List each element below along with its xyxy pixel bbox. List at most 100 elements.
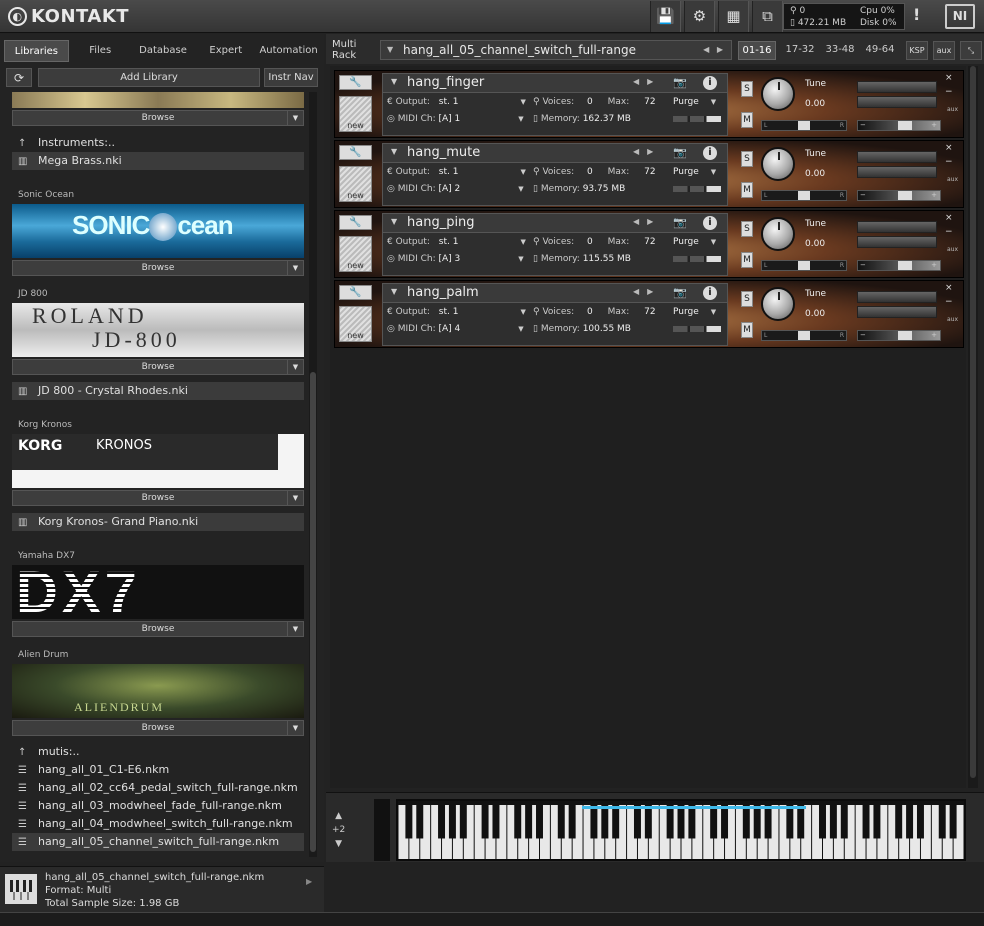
- instrument-name[interactable]: hang_palm: [407, 285, 479, 300]
- minimize-icon[interactable]: −: [945, 157, 953, 167]
- info-icon[interactable]: i: [703, 286, 717, 300]
- chevron-down-icon[interactable]: ▼: [520, 168, 525, 176]
- max-value[interactable]: 72: [644, 167, 655, 177]
- list-item-selected[interactable]: ☰ hang_all_05_channel_switch_full-range.n…: [12, 833, 304, 851]
- chevron-down-icon[interactable]: ▼: [520, 98, 525, 106]
- purge-dropdown[interactable]: Purge ▼: [673, 164, 716, 180]
- octave-control[interactable]: ▲ +2 ▼: [332, 809, 345, 851]
- black-key[interactable]: [536, 805, 543, 839]
- library-banner-alien-drum[interactable]: ALIENDRUM: [12, 664, 304, 718]
- black-key[interactable]: [710, 805, 718, 839]
- instrument-name[interactable]: hang_finger: [407, 75, 484, 90]
- minimize-icon[interactable]: −: [945, 227, 953, 237]
- tab-files[interactable]: Files: [69, 40, 132, 62]
- new-slot-button[interactable]: new: [339, 306, 372, 342]
- black-key[interactable]: [742, 805, 750, 839]
- minimize-icon[interactable]: −: [945, 297, 953, 307]
- black-key[interactable]: [525, 805, 533, 839]
- output-row[interactable]: € Output: st. 1 ▼: [387, 304, 526, 320]
- black-key[interactable]: [481, 805, 489, 839]
- pan-slider[interactable]: LR: [761, 330, 847, 341]
- wrench-icon[interactable]: 🔧: [339, 75, 372, 90]
- solo-button[interactable]: S: [741, 81, 753, 97]
- chevron-down-icon[interactable]: ▼: [711, 308, 716, 316]
- black-key[interactable]: [590, 805, 598, 839]
- solo-button[interactable]: S: [741, 291, 753, 307]
- library-banner-brass[interactable]: [12, 92, 304, 108]
- rack-scrollbar[interactable]: [968, 66, 978, 788]
- max-value[interactable]: 72: [644, 307, 655, 317]
- browse-button[interactable]: Browse ▼: [12, 260, 304, 276]
- mute-button[interactable]: M: [741, 322, 753, 338]
- black-key[interactable]: [448, 805, 456, 839]
- camera-icon[interactable]: 📷: [673, 76, 687, 89]
- browse-button[interactable]: Browse ▼: [12, 621, 304, 637]
- black-key[interactable]: [895, 805, 903, 839]
- black-key[interactable]: [829, 805, 837, 839]
- list-item[interactable]: ☰ hang_all_02_cc64_pedal_switch_full-rang…: [12, 779, 304, 797]
- chevron-down-icon[interactable]: ▼: [391, 217, 397, 226]
- solo-button[interactable]: S: [741, 221, 753, 237]
- instr-nav-button[interactable]: Instr Nav: [264, 68, 318, 87]
- prev-next-icon[interactable]: ◀▶: [633, 217, 661, 226]
- wrench-icon[interactable]: 🔧: [339, 285, 372, 300]
- pan-slider[interactable]: LR: [761, 190, 847, 201]
- chevron-down-icon[interactable]: ▼: [391, 147, 397, 156]
- instrument-slot[interactable]: 🔧 new ▼ hang_mute ◀▶ 📷 i € Output: st. 1…: [334, 140, 964, 208]
- list-item[interactable]: ▥ Mega Brass.nki: [12, 152, 304, 170]
- black-key[interactable]: [688, 805, 696, 839]
- prev-next-icon[interactable]: ◀ ▶: [703, 41, 723, 59]
- minimize-icon[interactable]: −: [945, 87, 953, 97]
- mute-button[interactable]: M: [741, 182, 753, 198]
- list-item[interactable]: ☰ hang_all_01_C1-E6.nkm: [12, 761, 304, 779]
- black-key[interactable]: [873, 805, 881, 839]
- chevron-down-icon[interactable]: ▼: [711, 168, 716, 176]
- wrench-icon[interactable]: 🔧: [339, 215, 372, 230]
- chevron-down-icon[interactable]: ▼: [518, 115, 523, 123]
- black-key[interactable]: [840, 805, 848, 839]
- purge-dropdown[interactable]: Purge ▼: [673, 234, 716, 250]
- chevron-down-icon[interactable]: ▼: [287, 491, 303, 505]
- tab-expert[interactable]: Expert: [194, 40, 257, 62]
- pan-slider[interactable]: LR: [761, 120, 847, 131]
- library-banner-jd800[interactable]: ROLAND JD-800: [12, 303, 304, 357]
- mute-button[interactable]: M: [741, 112, 753, 128]
- black-key[interactable]: [557, 805, 565, 839]
- save-button[interactable]: 💾: [650, 1, 681, 32]
- collapse-button[interactable]: ⤡: [960, 41, 982, 60]
- midi-row[interactable]: ◎ MIDI Ch: [A] 3 ▼: [387, 251, 524, 267]
- pan-handle[interactable]: [798, 261, 810, 270]
- output-row[interactable]: € Output: st. 1 ▼: [387, 164, 526, 180]
- instrument-slot[interactable]: 🔧 new ▼ hang_finger ◀▶ 📷 i € Output: st.…: [334, 70, 964, 138]
- black-key[interactable]: [786, 805, 794, 839]
- output-row[interactable]: € Output: st. 1 ▼: [387, 234, 526, 250]
- library-banner-sonic-ocean[interactable]: SONIC cean: [12, 204, 304, 258]
- add-library-button[interactable]: Add Library: [38, 68, 260, 87]
- library-banner-korg-kronos[interactable]: KORG KRONOS: [12, 434, 304, 488]
- pan-handle[interactable]: [798, 331, 810, 340]
- output-row[interactable]: € Output: st. 1 ▼: [387, 94, 526, 110]
- volume-slider[interactable]: − +: [857, 120, 941, 131]
- pan-slider[interactable]: LR: [761, 260, 847, 271]
- rack-page-2[interactable]: 17-32: [780, 41, 820, 60]
- chevron-down-icon[interactable]: ▼: [518, 185, 523, 193]
- tune-knob[interactable]: [761, 217, 795, 251]
- tune-knob[interactable]: [761, 77, 795, 111]
- browse-button[interactable]: Browse ▼: [12, 720, 304, 736]
- volume-slider[interactable]: − +: [857, 260, 941, 271]
- chevron-down-icon[interactable]: ▼: [287, 360, 303, 374]
- list-item[interactable]: ▥ JD 800 - Crystal Rhodes.nki: [12, 382, 304, 400]
- chevron-down-icon[interactable]: ▼: [387, 41, 393, 59]
- chevron-down-icon[interactable]: ▼: [391, 77, 397, 86]
- midi-row[interactable]: ◎ MIDI Ch: [A] 1 ▼: [387, 111, 524, 127]
- new-slot-button[interactable]: new: [339, 236, 372, 272]
- chevron-down-icon[interactable]: ▼: [287, 721, 303, 735]
- camera-icon[interactable]: 📷: [673, 286, 687, 299]
- black-key[interactable]: [906, 805, 914, 839]
- black-key[interactable]: [612, 805, 620, 839]
- mute-button[interactable]: M: [741, 252, 753, 268]
- pan-handle[interactable]: [798, 121, 810, 130]
- list-item[interactable]: ↑ Instruments:..: [12, 134, 304, 152]
- black-key[interactable]: [514, 805, 522, 839]
- volume-slider[interactable]: − +: [857, 190, 941, 201]
